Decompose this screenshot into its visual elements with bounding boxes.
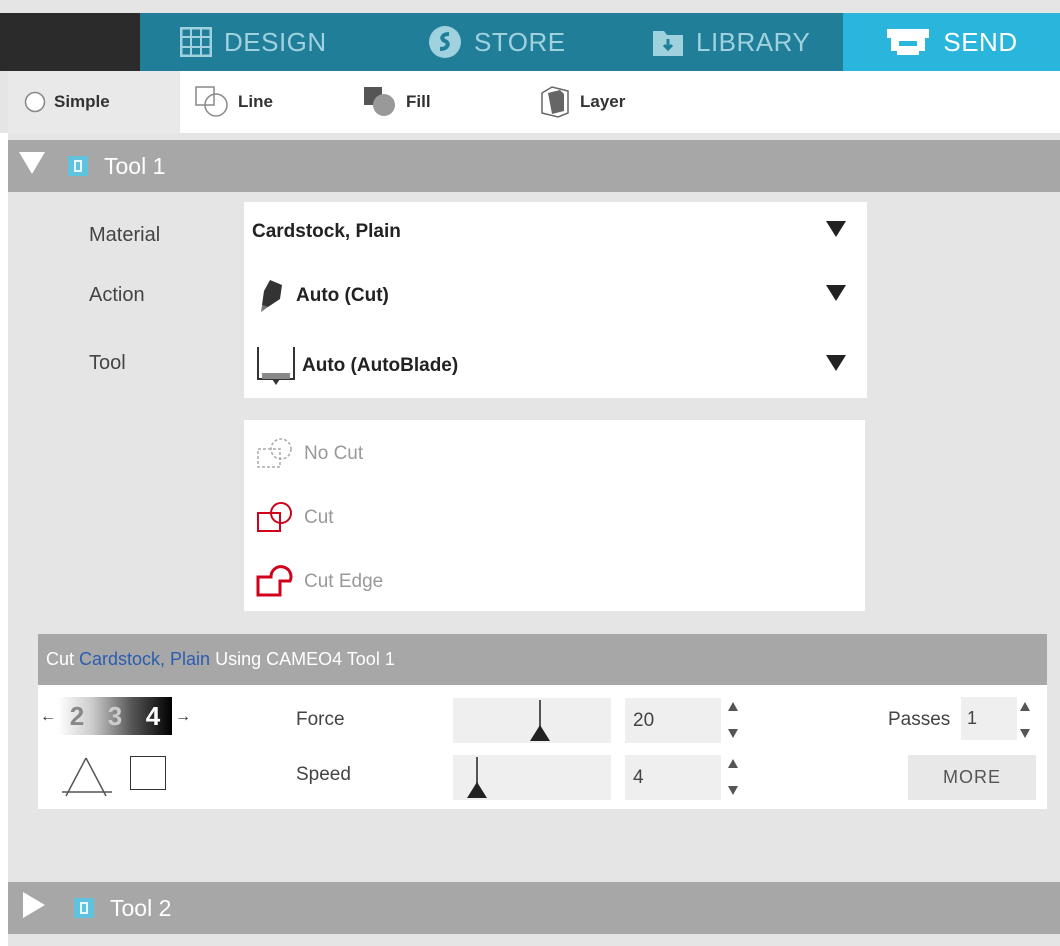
- material-select[interactable]: Cardstock, Plain: [244, 204, 867, 260]
- tab-library-label: LIBRARY: [696, 26, 811, 57]
- grid-icon: [180, 27, 212, 57]
- chevron-down-icon: [825, 284, 847, 308]
- no-cut-icon: [254, 437, 298, 471]
- cut-label: Cut: [304, 507, 334, 528]
- tab-library[interactable]: LIBRARY: [652, 13, 810, 71]
- store-icon: [428, 25, 462, 59]
- option-cut[interactable]: Cut: [254, 498, 334, 538]
- slider-thumb[interactable]: [467, 782, 487, 798]
- strip-number: 2: [69, 700, 85, 731]
- tab-line-label: Line: [238, 92, 273, 111]
- strip-number: 4: [145, 700, 161, 731]
- tool2-header[interactable]: Tool 2: [8, 882, 1060, 934]
- speed-value[interactable]: 4: [625, 755, 721, 800]
- tab-layer-label: Layer: [580, 92, 626, 111]
- cut-settings-header: Cut Cardstock, Plain Using CAMEO4 Tool 1: [38, 634, 1047, 685]
- left-border: [0, 133, 8, 946]
- slider-needle: [539, 700, 541, 728]
- header-material-link[interactable]: Cardstock, Plain: [79, 649, 210, 670]
- checkbox[interactable]: [130, 756, 166, 790]
- action-label: Action: [89, 284, 145, 306]
- action-value: Auto (Cut): [296, 285, 389, 306]
- tab-send[interactable]: SEND: [843, 13, 1060, 71]
- tab-line[interactable]: Line: [194, 71, 273, 133]
- blade-tool-icon: [62, 756, 118, 807]
- cut-edge-label: Cut Edge: [304, 571, 384, 592]
- tab-simple-label: Simple: [54, 92, 110, 111]
- tab-store-label: STORE: [474, 26, 566, 57]
- option-cut-edge[interactable]: Cut Edge: [254, 562, 383, 602]
- cut-line-options: No Cut Cut Cut Edge: [244, 420, 865, 611]
- cut-edge-icon: [254, 565, 298, 599]
- autoblade-icon: [256, 345, 296, 387]
- send-icon: [885, 27, 931, 57]
- tool1-title: Tool 1: [104, 152, 166, 179]
- tool-value: Auto (AutoBlade): [302, 355, 459, 376]
- slider-needle: [476, 757, 478, 785]
- layer-mode-icon: [538, 85, 572, 119]
- speed-slider[interactable]: [453, 755, 611, 800]
- passes-spinner[interactable]: [1020, 700, 1034, 740]
- arrow-right-icon[interactable]: →: [175, 708, 191, 726]
- force-label: Force: [296, 709, 345, 730]
- tool-label: Tool: [89, 352, 126, 374]
- tool1-header[interactable]: Tool 1: [8, 140, 1060, 192]
- tab-store[interactable]: STORE: [428, 13, 566, 71]
- header-suffix: Using CAMEO4 Tool 1: [215, 649, 395, 669]
- passes-label: Passes: [888, 709, 951, 730]
- fill-mode-icon: [362, 85, 398, 119]
- tab-layer[interactable]: Layer: [538, 71, 625, 133]
- line-mode-icon: [194, 85, 230, 119]
- radio-icon: [24, 91, 46, 113]
- strip-number: 3: [107, 700, 123, 731]
- tab-send-label: SEND: [943, 26, 1018, 57]
- force-spinner[interactable]: [728, 700, 742, 740]
- chevron-down-icon: [825, 354, 847, 378]
- cut-icon: [254, 501, 298, 535]
- tool-number-strip: 2 3 4: [58, 697, 172, 735]
- arrow-left-icon[interactable]: ←: [40, 708, 56, 726]
- force-value[interactable]: 20: [625, 698, 721, 743]
- material-value: Cardstock, Plain: [252, 221, 401, 242]
- tool-slot-icon: [68, 156, 88, 176]
- action-select[interactable]: Auto (Cut): [244, 268, 867, 324]
- top-nav-bar: DESIGN STORE LIBRARY SEND: [0, 13, 1060, 71]
- chevron-down-icon: [825, 220, 847, 244]
- slider-thumb[interactable]: [530, 725, 550, 741]
- cut-action-icon: [260, 279, 284, 313]
- tab-simple[interactable]: Simple: [8, 71, 180, 133]
- collapse-icon[interactable]: [18, 151, 46, 181]
- material-label: Material: [89, 224, 161, 246]
- force-slider[interactable]: [453, 698, 611, 743]
- tab-design[interactable]: DESIGN: [180, 13, 327, 71]
- passes-value[interactable]: 1: [961, 697, 1017, 740]
- more-button[interactable]: MORE: [908, 755, 1036, 800]
- tab-design-label: DESIGN: [224, 26, 327, 57]
- library-icon: [652, 27, 684, 57]
- tool-selects-panel: Cardstock, Plain Auto (Cut) Auto (AutoBl…: [244, 202, 867, 398]
- header-prefix: Cut: [46, 649, 75, 669]
- send-mode-tabs: Simple Line Fill Layer: [8, 71, 1060, 133]
- tab-fill-label: Fill: [406, 92, 431, 111]
- speed-spinner[interactable]: [728, 757, 742, 797]
- tool-slot-icon: [74, 898, 94, 918]
- speed-label: Speed: [296, 764, 351, 785]
- expand-icon[interactable]: [22, 891, 46, 925]
- tab-fill[interactable]: Fill: [362, 71, 431, 133]
- option-no-cut[interactable]: No Cut: [254, 434, 363, 474]
- tool-select[interactable]: Auto (AutoBlade): [244, 338, 867, 394]
- tool2-title: Tool 2: [110, 894, 172, 921]
- no-cut-label: No Cut: [304, 443, 364, 464]
